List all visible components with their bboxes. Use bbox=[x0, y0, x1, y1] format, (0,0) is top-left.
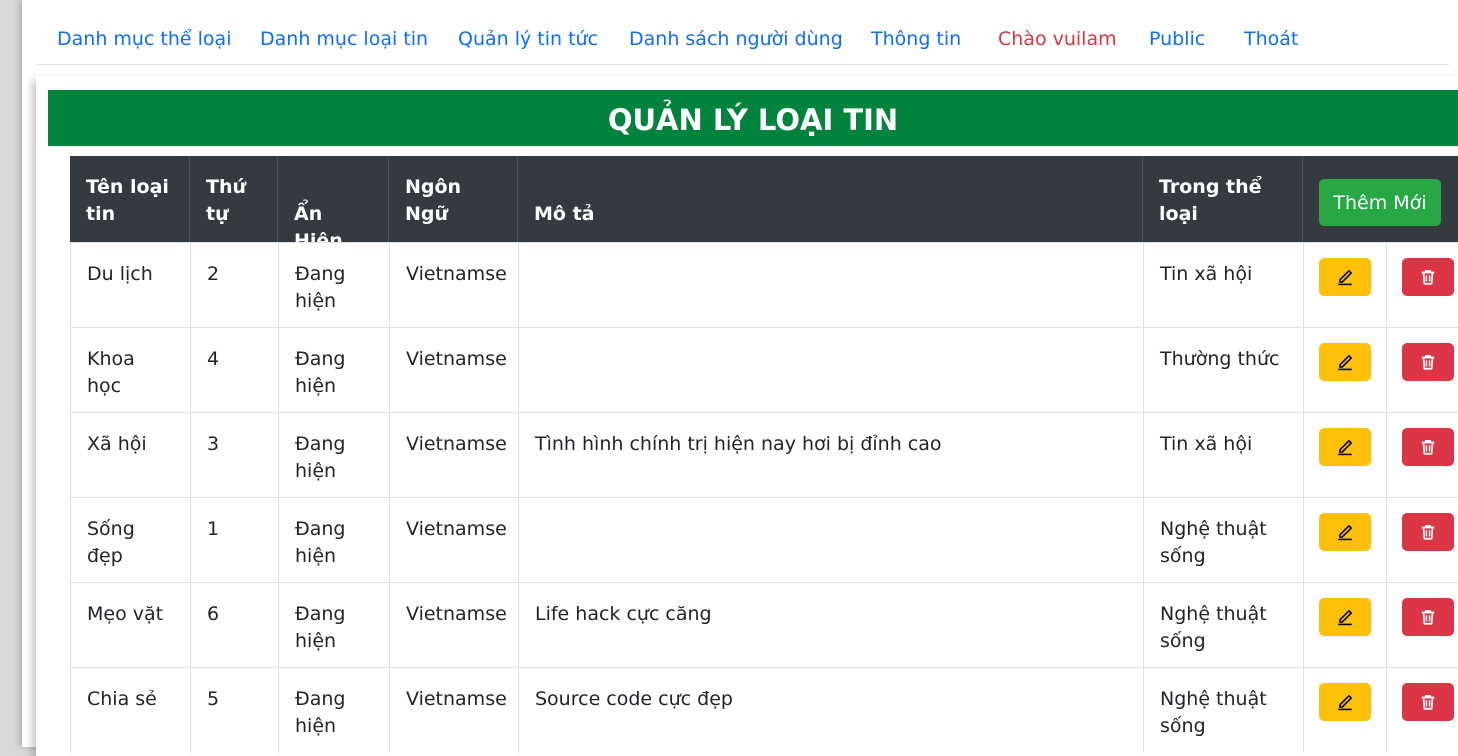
cell-category: Nghệ thuật sống bbox=[1143, 583, 1303, 668]
nav-greeting[interactable]: Chào vuilam bbox=[998, 28, 1117, 50]
cell-visibility: Đang hiện bbox=[278, 498, 389, 583]
table-row: Du lịch 2 Đang hiện Vietnamse Tin xã hội bbox=[70, 242, 1458, 328]
edit-button[interactable] bbox=[1319, 258, 1371, 296]
cell-visibility: Đang hiện bbox=[278, 243, 389, 328]
cell-visibility: Đang hiện bbox=[278, 583, 389, 668]
nav-logout[interactable]: Thoát bbox=[1244, 28, 1298, 50]
table-row: Mẹo vặt 6 Đang hiện Vietnamse Life hack cực … bbox=[70, 582, 1458, 668]
pencil-icon bbox=[1336, 693, 1354, 711]
cell-description bbox=[518, 328, 1143, 413]
cell-category: Tin xã hội bbox=[1143, 243, 1303, 328]
cell-name: Sống đẹp bbox=[70, 498, 190, 583]
header-category: Trong thể loại bbox=[1143, 156, 1303, 242]
cell-description: Source code cực đẹp bbox=[518, 668, 1143, 753]
cell-language: Vietnamse bbox=[389, 243, 518, 328]
trash-icon bbox=[1419, 438, 1437, 456]
delete-button[interactable] bbox=[1402, 598, 1454, 636]
page-title: QUẢN LÝ LOẠI TIN bbox=[48, 90, 1458, 146]
cell-order: 2 bbox=[190, 243, 278, 328]
cell-language: Vietnamse bbox=[389, 328, 518, 413]
pencil-icon bbox=[1336, 438, 1354, 456]
cell-category: Thường thức bbox=[1143, 328, 1303, 413]
table-row: Chia sẻ 5 Đang hiện Vietnamse Source code cự… bbox=[70, 667, 1458, 753]
cell-visibility: Đang hiện bbox=[278, 413, 389, 498]
cell-order: 1 bbox=[190, 498, 278, 583]
edit-button[interactable] bbox=[1319, 513, 1371, 551]
edit-button[interactable] bbox=[1319, 683, 1371, 721]
pencil-icon bbox=[1336, 268, 1354, 286]
cell-category: Tin xã hội bbox=[1143, 413, 1303, 498]
cell-order: 3 bbox=[190, 413, 278, 498]
trash-icon bbox=[1419, 523, 1437, 541]
cell-name: Mẹo vặt bbox=[70, 583, 190, 668]
header-name: Tên loại tin bbox=[70, 156, 190, 242]
nav-user-list[interactable]: Danh sách người dùng bbox=[629, 28, 843, 50]
cell-language: Vietnamse bbox=[389, 498, 518, 583]
edit-button[interactable] bbox=[1319, 598, 1371, 636]
nav-public[interactable]: Public bbox=[1149, 28, 1205, 50]
trash-icon bbox=[1419, 608, 1437, 626]
cell-category: Nghệ thuật sống bbox=[1143, 498, 1303, 583]
nav-news-type-list[interactable]: Danh mục loại tin bbox=[260, 28, 428, 50]
cell-name: Chia sẻ bbox=[70, 668, 190, 753]
delete-button[interactable] bbox=[1402, 258, 1454, 296]
delete-button[interactable] bbox=[1402, 428, 1454, 466]
cell-description bbox=[518, 498, 1143, 583]
cell-name: Xã hội bbox=[70, 413, 190, 498]
cell-language: Vietnamse bbox=[389, 413, 518, 498]
cell-description: Tình hình chính trị hiện nay hơi bị đỉnh… bbox=[518, 413, 1143, 498]
pencil-icon bbox=[1336, 608, 1354, 626]
nav-news-management[interactable]: Quản lý tin tức bbox=[458, 28, 598, 50]
cell-order: 5 bbox=[190, 668, 278, 753]
nav-info[interactable]: Thông tin bbox=[871, 28, 961, 50]
pencil-icon bbox=[1336, 353, 1354, 371]
cell-order: 6 bbox=[190, 583, 278, 668]
cell-language: Vietnamse bbox=[389, 583, 518, 668]
cell-description bbox=[518, 243, 1143, 328]
cell-visibility: Đang hiện bbox=[278, 328, 389, 413]
table-header: Tên loại tin Thứ tự Ẩn Hiện Ngôn Ngữ Mô … bbox=[70, 156, 1458, 252]
trash-icon bbox=[1419, 353, 1437, 371]
cell-visibility: Đang hiện bbox=[278, 668, 389, 753]
top-nav: Danh mục thể loại Danh mục loại tin Quản… bbox=[36, 0, 1449, 65]
add-new-button[interactable]: Thêm Mới bbox=[1319, 179, 1441, 226]
table-row: Khoa học 4 Đang hiện Vietnamse Thường thức bbox=[70, 327, 1458, 413]
header-language: Ngôn Ngữ bbox=[389, 156, 518, 242]
trash-icon bbox=[1419, 268, 1437, 286]
cell-name: Khoa học bbox=[70, 328, 190, 413]
cell-description: Life hack cực căng bbox=[518, 583, 1143, 668]
cell-order: 4 bbox=[190, 328, 278, 413]
header-order: Thứ tự bbox=[190, 156, 278, 242]
delete-button[interactable] bbox=[1402, 683, 1454, 721]
header-visibility: Ẩn Hiện bbox=[278, 156, 389, 252]
pencil-icon bbox=[1336, 523, 1354, 541]
edit-button[interactable] bbox=[1319, 428, 1371, 466]
cell-language: Vietnamse bbox=[389, 668, 518, 753]
delete-button[interactable] bbox=[1402, 343, 1454, 381]
cell-name: Du lịch bbox=[70, 243, 190, 328]
page: Danh mục thể loại Danh mục loại tin Quản… bbox=[22, 0, 1458, 756]
edit-button[interactable] bbox=[1319, 343, 1371, 381]
header-description: Mô tả bbox=[518, 156, 1143, 242]
table-row: Xã hội 3 Đang hiện Vietnamse Tình hình chính… bbox=[70, 412, 1458, 498]
trash-icon bbox=[1419, 693, 1437, 711]
table-row: Sống đẹp 1 Đang hiện Vietnamse Nghệ thuật số… bbox=[70, 497, 1458, 583]
delete-button[interactable] bbox=[1402, 513, 1454, 551]
cell-category: Nghệ thuật sống bbox=[1143, 668, 1303, 753]
nav-category-list[interactable]: Danh mục thể loại bbox=[57, 28, 231, 50]
